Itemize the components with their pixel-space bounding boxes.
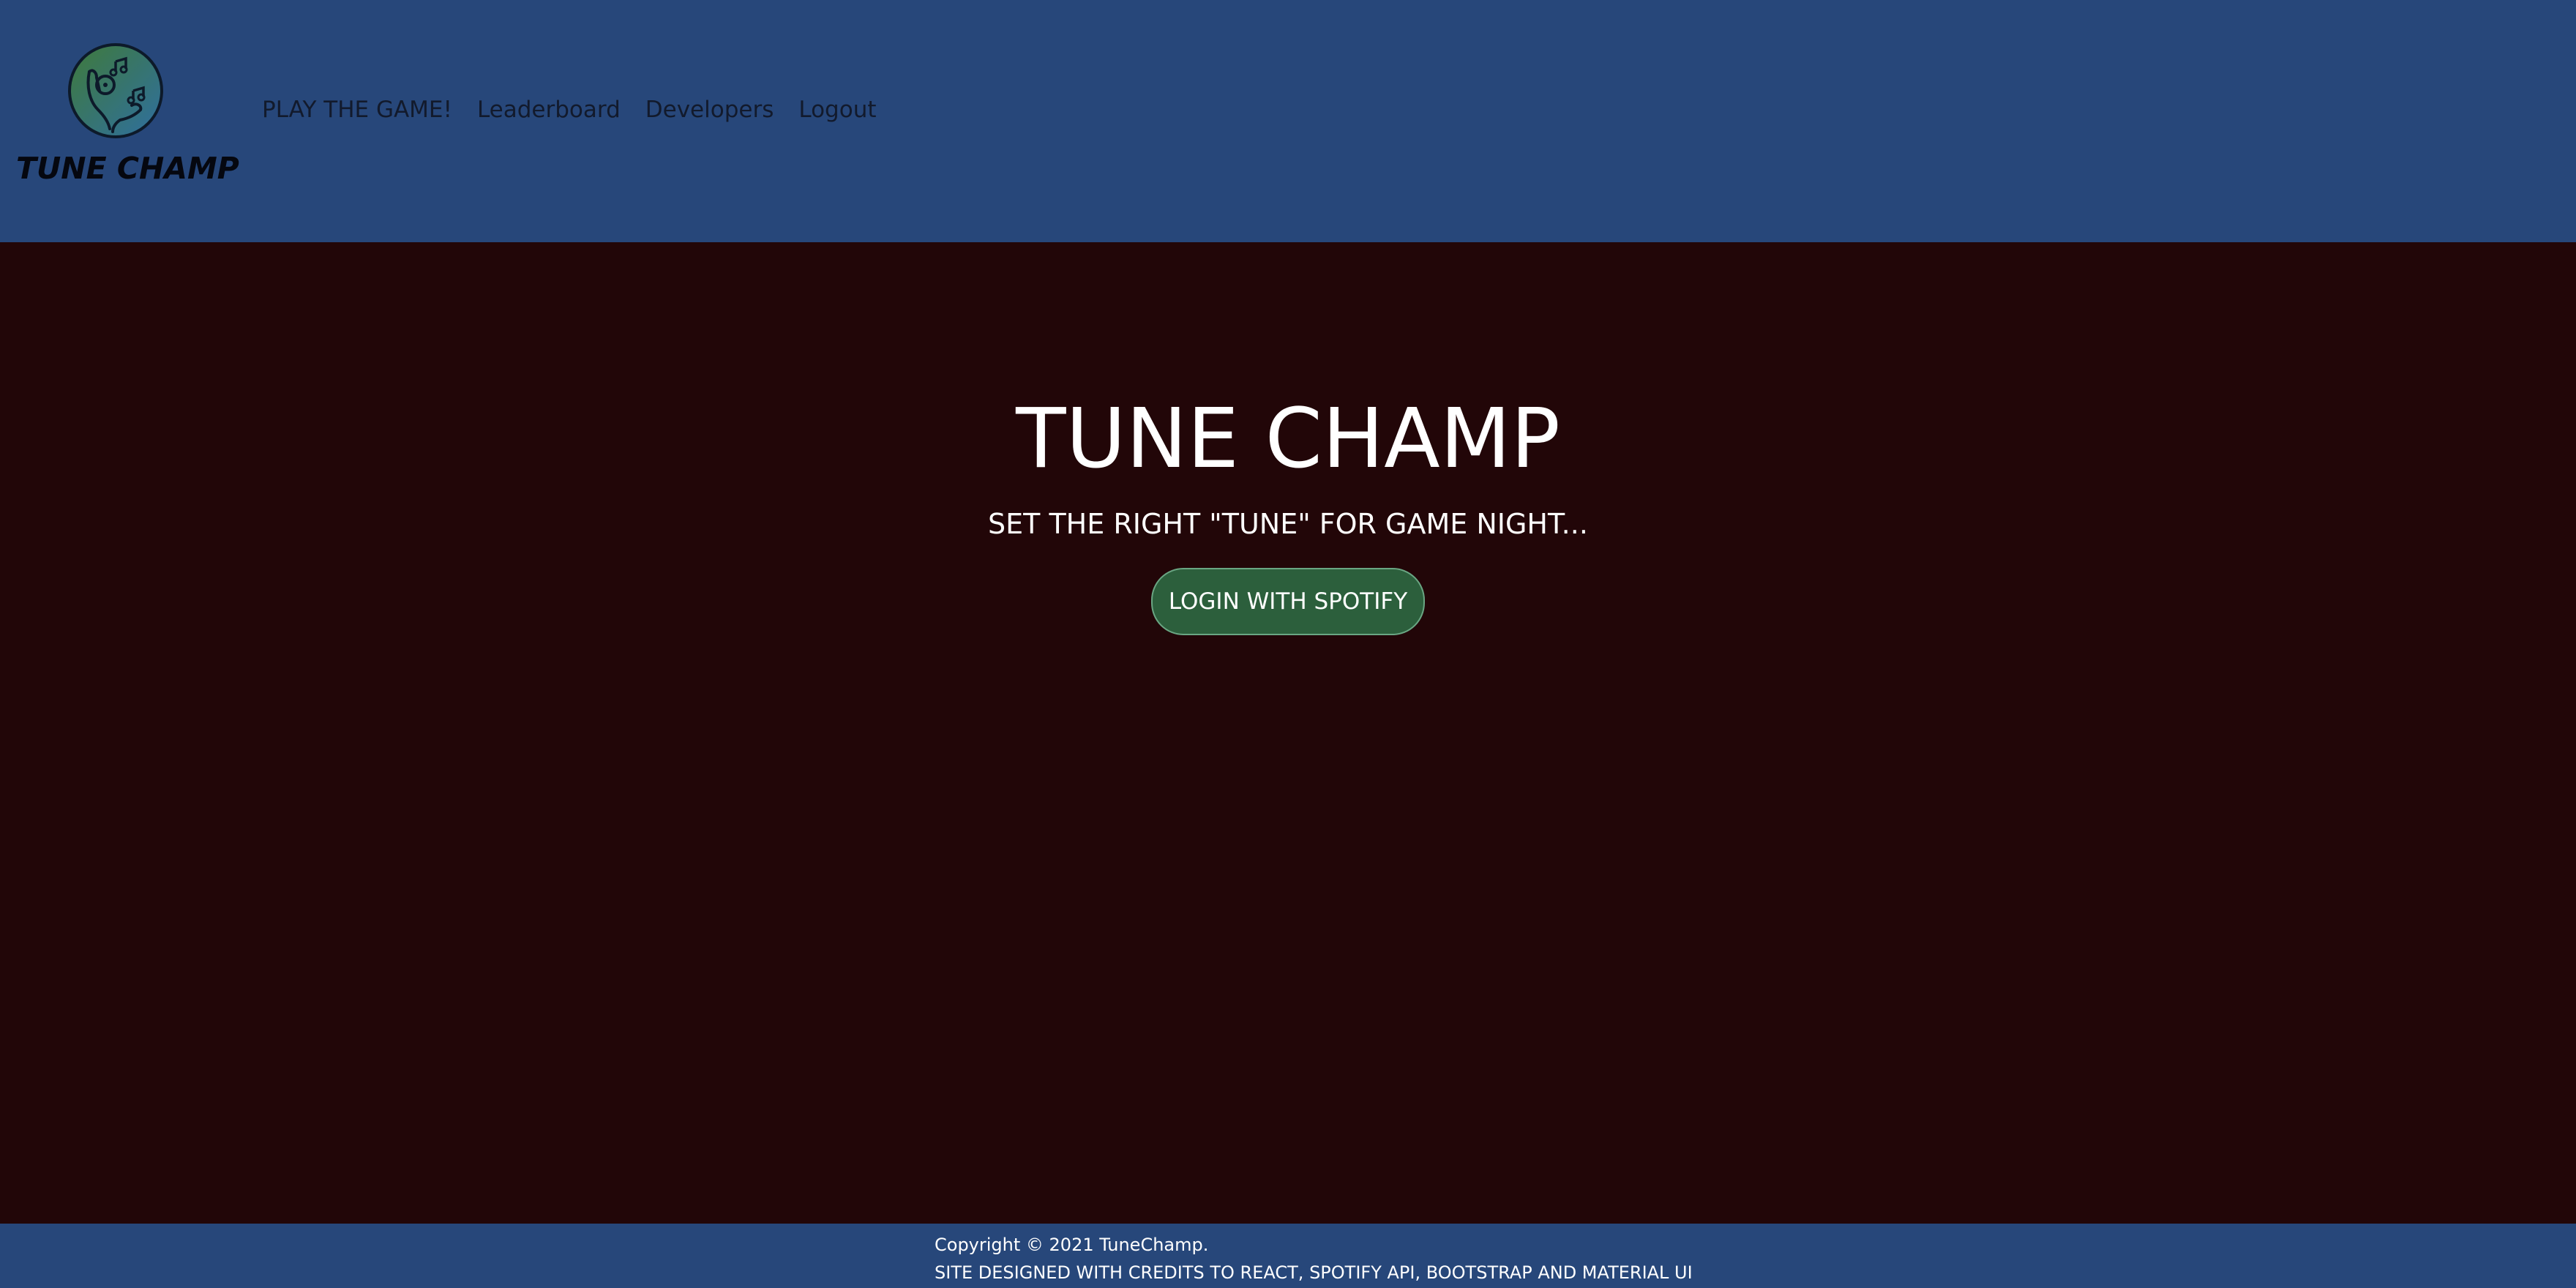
nav-link-leaderboard[interactable]: Leaderboard: [477, 97, 621, 123]
footer-copyright: Copyright © 2021 TuneChamp.: [935, 1235, 1209, 1255]
footer-credits: SITE DESIGNED WITH CREDITS TO REACT, SPO…: [935, 1262, 1693, 1283]
nav-link-logout[interactable]: Logout: [798, 97, 876, 123]
brand-name: TUNE CHAMP: [16, 151, 239, 186]
main-nav: PLAY THE GAME! Leaderboard Developers Lo…: [262, 97, 877, 123]
nav-link-play-the-game[interactable]: PLAY THE GAME!: [262, 97, 452, 123]
hero-title: TUNE CHAMP: [1016, 392, 1560, 487]
music-hand-icon: [68, 43, 163, 138]
hero-section: TUNE CHAMP SET THE RIGHT "TUNE" FOR GAME…: [0, 373, 2576, 635]
nav-link-developers[interactable]: Developers: [645, 97, 774, 123]
footer-content: Copyright © 2021 TuneChamp. SITE DESIGNE…: [935, 1231, 1693, 1287]
navbar: TUNE CHAMP PLAY THE GAME! Leaderboard De…: [0, 0, 2576, 242]
hero-subtitle: SET THE RIGHT "TUNE" FOR GAME NIGHT...: [988, 508, 1588, 540]
page: TUNE CHAMP PLAY THE GAME! Leaderboard De…: [0, 0, 2576, 1288]
login-with-spotify-button[interactable]: LOGIN WITH SPOTIFY: [1150, 568, 1426, 635]
footer: Copyright © 2021 TuneChamp. SITE DESIGNE…: [0, 1224, 2576, 1288]
brand[interactable]: TUNE CHAMP: [16, 42, 239, 196]
